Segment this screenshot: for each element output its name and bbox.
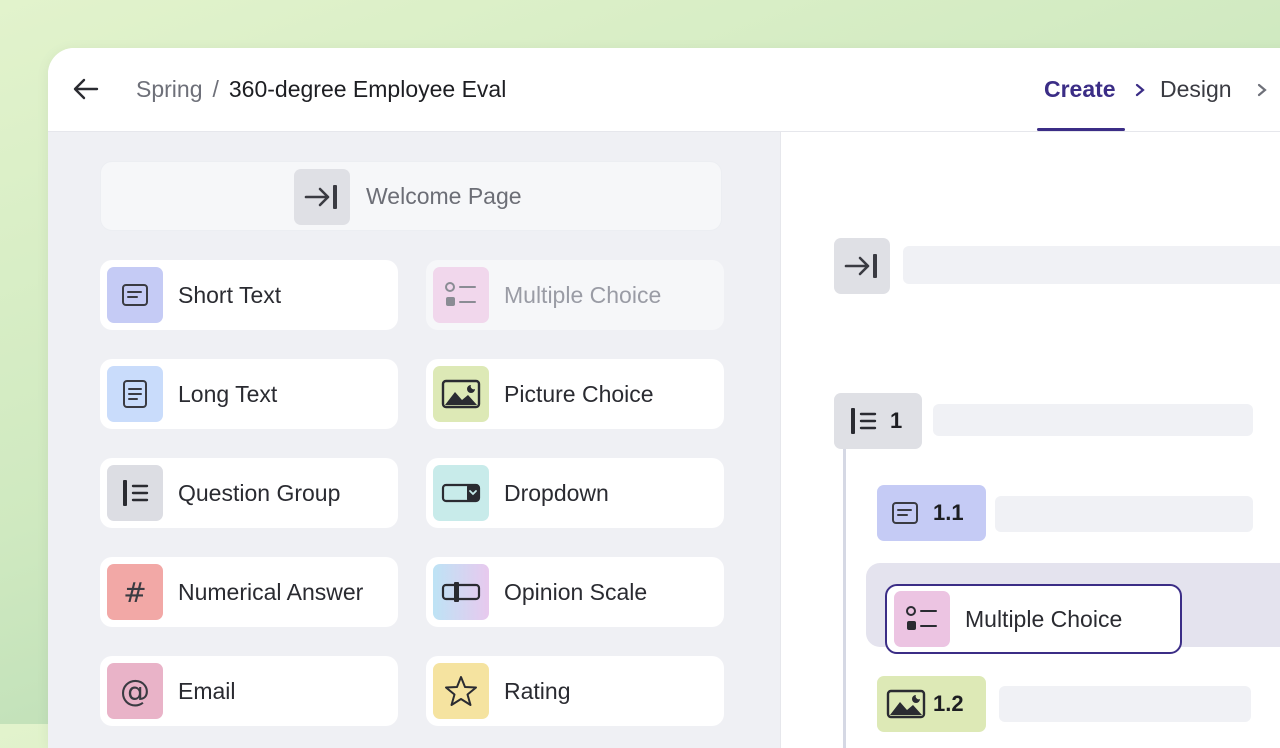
tile-label: Picture Choice bbox=[504, 381, 654, 407]
tile-question-group[interactable]: Question Group bbox=[100, 458, 398, 528]
tile-multiple-choice[interactable]: Multiple Choice bbox=[426, 260, 724, 330]
tile-picture-choice[interactable]: Picture Choice bbox=[426, 359, 724, 429]
enter-arrow-icon bbox=[294, 169, 350, 225]
group-title-placeholder[interactable] bbox=[933, 404, 1253, 436]
tile-label: Long Text bbox=[178, 381, 278, 407]
tile-label: Rating bbox=[504, 678, 571, 704]
welcome-block-placeholder[interactable] bbox=[903, 246, 1280, 284]
tile-short-text[interactable]: Short Text bbox=[100, 260, 398, 330]
back-button[interactable] bbox=[70, 73, 102, 105]
tile-long-text[interactable]: Long Text bbox=[100, 359, 398, 429]
multiple-choice-icon bbox=[894, 591, 950, 647]
enter-arrow-icon bbox=[844, 254, 877, 278]
tile-opinion-scale[interactable]: Opinion Scale bbox=[426, 557, 724, 627]
welcome-block-icon[interactable] bbox=[834, 238, 890, 294]
step-design[interactable]: Design bbox=[1160, 74, 1232, 104]
question-number: 1.1 bbox=[933, 500, 964, 525]
question-group-badge[interactable]: 1 bbox=[834, 393, 922, 449]
question-1-1-badge[interactable]: 1.1 bbox=[877, 485, 986, 541]
tile-label: Short Text bbox=[178, 282, 282, 308]
question-1-1-placeholder[interactable] bbox=[995, 496, 1253, 532]
short-text-icon bbox=[892, 502, 918, 524]
group-number: 1 bbox=[890, 408, 903, 433]
hash-icon: # bbox=[107, 564, 163, 620]
tile-label: Opinion Scale bbox=[504, 579, 648, 605]
tile-label: Numerical Answer bbox=[178, 579, 364, 605]
question-1-2-placeholder[interactable] bbox=[999, 686, 1251, 722]
chevron-right-icon bbox=[1135, 83, 1145, 97]
chevron-right-icon bbox=[1257, 83, 1267, 97]
question-group-icon bbox=[851, 408, 877, 434]
tile-rating[interactable]: Rating bbox=[426, 656, 724, 726]
opinion-scale-icon bbox=[433, 564, 489, 620]
step-create[interactable]: Create bbox=[1044, 74, 1116, 104]
app-window: Spring / 360-degree Employee Eval Create D… bbox=[48, 48, 1280, 748]
multiple-choice-icon bbox=[433, 267, 489, 323]
star-icon bbox=[433, 663, 489, 719]
breadcrumb-separator: / bbox=[212, 76, 219, 102]
long-text-icon bbox=[107, 366, 163, 422]
dragging-multiple-choice-card[interactable]: Multiple Choice bbox=[885, 584, 1182, 654]
short-text-icon bbox=[107, 267, 163, 323]
question-group-icon bbox=[107, 465, 163, 521]
tile-label: Email bbox=[178, 678, 236, 704]
group-connector-line bbox=[843, 449, 846, 748]
form-canvas: 1 1.1 Multiple Choice 1.2 bbox=[780, 132, 1280, 748]
breadcrumb-workspace[interactable]: Spring bbox=[136, 76, 202, 102]
arrow-left-icon bbox=[73, 78, 99, 100]
form-title[interactable]: 360-degree Employee Eval bbox=[229, 76, 506, 102]
welcome-page-label: Welcome Page bbox=[366, 183, 522, 209]
tile-label: Dropdown bbox=[504, 480, 609, 506]
welcome-page-tile[interactable]: Welcome Page bbox=[100, 161, 722, 231]
tile-email[interactable]: @ Email bbox=[100, 656, 398, 726]
picture-icon bbox=[433, 366, 489, 422]
dropdown-icon bbox=[433, 465, 489, 521]
tile-label: Multiple Choice bbox=[504, 282, 662, 308]
tile-label: Question Group bbox=[178, 480, 341, 506]
question-type-palette: Welcome Page Short Text Multiple Choice … bbox=[48, 132, 780, 748]
at-icon: @ bbox=[107, 663, 163, 719]
tile-dropdown[interactable]: Dropdown bbox=[426, 458, 724, 528]
breadcrumb: Spring / 360-degree Employee Eval bbox=[136, 74, 506, 104]
active-step-indicator bbox=[1037, 128, 1125, 131]
picture-icon bbox=[886, 689, 926, 719]
top-bar: Spring / 360-degree Employee Eval Create D… bbox=[48, 48, 1280, 132]
tile-numerical-answer[interactable]: # Numerical Answer bbox=[100, 557, 398, 627]
dragging-card-label: Multiple Choice bbox=[965, 606, 1123, 632]
